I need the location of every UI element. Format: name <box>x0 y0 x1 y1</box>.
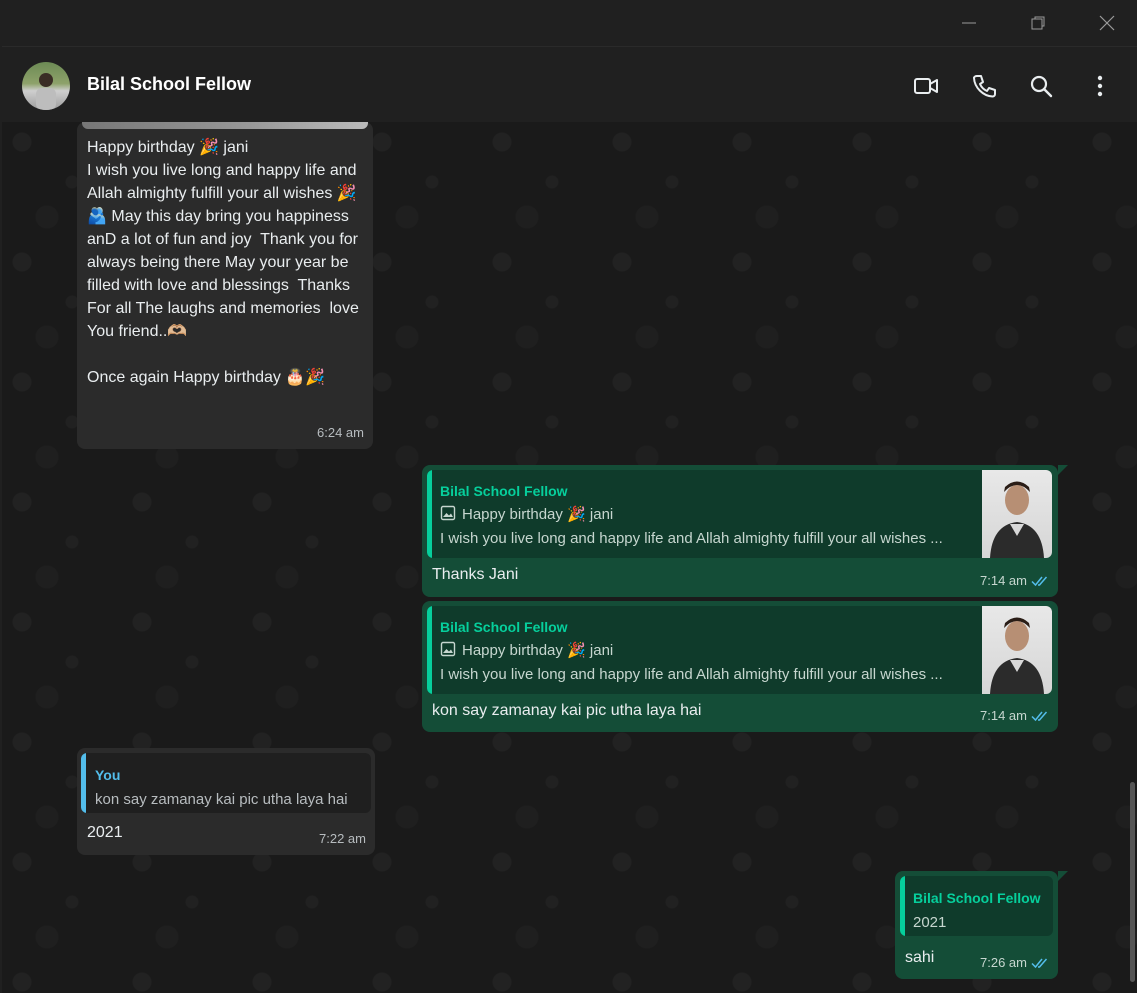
message-time: 7:14 am <box>980 569 1049 592</box>
video-call-icon <box>914 78 938 94</box>
quote-author: Bilal School Fellow <box>440 483 568 499</box>
quote-line-1: Happy birthday 🎉 jani <box>440 503 613 526</box>
message-time-label: 7:22 am <box>319 831 366 846</box>
message-time-label: 7:14 am <box>980 708 1027 723</box>
quoted-message[interactable]: You kon say zamanay kai pic utha laya ha… <box>81 753 371 813</box>
image-icon <box>440 641 456 657</box>
phone-icon <box>973 75 996 98</box>
quote-bar <box>427 606 432 694</box>
message-time-label: 6:24 am <box>317 425 364 440</box>
message-time: 7:26 am <box>980 951 1049 974</box>
message-text: 2021 <box>87 824 123 841</box>
quote-photo-thumbnail <box>982 470 1052 558</box>
scrollbar-thumb[interactable] <box>1130 782 1135 982</box>
double-check-icon <box>1031 711 1048 721</box>
contact-name[interactable]: Bilal School Fellow <box>87 74 251 95</box>
search-button[interactable] <box>1028 73 1054 99</box>
quote-author: Bilal School Fellow <box>440 619 568 635</box>
quote-line-2: I wish you live long and happy life and … <box>440 666 943 683</box>
message-text: Happy birthday 🎉 jani I wish you live lo… <box>87 139 359 386</box>
outgoing-message[interactable]: Bilal School Fellow 2021 sahi 7:26 am <box>895 871 1058 979</box>
more-vertical-icon <box>1097 75 1103 97</box>
restore-icon <box>1031 16 1045 30</box>
contact-avatar[interactable] <box>22 62 70 110</box>
message-text: sahi <box>905 949 935 966</box>
quoted-message[interactable]: Bilal School Fellow Happy birthday 🎉 jan… <box>427 470 1052 558</box>
restore-button[interactable] <box>1018 8 1058 38</box>
bubble-tail <box>1058 465 1068 475</box>
quote-line: 2021 <box>913 914 947 931</box>
incoming-message[interactable]: Happy birthday 🎉 jani I wish you live lo… <box>77 122 373 449</box>
message-image-preview[interactable] <box>82 122 368 129</box>
quote-author: Bilal School Fellow <box>913 890 1041 906</box>
bubble-tail <box>1058 871 1068 881</box>
quote-line-1-text: Happy birthday 🎉 jani <box>462 506 614 523</box>
quote-line-1-text: Happy birthday 🎉 jani <box>462 642 614 659</box>
minimize-button[interactable] <box>949 8 989 38</box>
quote-photo-thumbnail <box>982 606 1052 694</box>
quote-line-2: I wish you live long and happy life and … <box>440 530 943 547</box>
quote-bar <box>427 470 432 558</box>
quote-line-1: Happy birthday 🎉 jani <box>440 639 613 662</box>
message-time-label: 7:14 am <box>980 573 1027 588</box>
image-icon <box>440 505 456 521</box>
double-check-icon <box>1031 958 1048 968</box>
quote-author: You <box>95 767 121 783</box>
close-button[interactable] <box>1087 8 1127 38</box>
menu-button[interactable] <box>1087 73 1113 99</box>
close-icon <box>1099 15 1115 31</box>
voice-call-button[interactable] <box>971 73 997 99</box>
chat-header: Bilal School Fellow <box>2 46 1137 123</box>
quote-line: kon say zamanay kai pic utha laya hai <box>95 791 348 808</box>
message-text: Thanks Jani <box>432 566 519 583</box>
search-icon <box>1030 75 1053 98</box>
message-time: 7:14 am <box>980 704 1049 727</box>
outgoing-message[interactable]: Bilal School Fellow Happy birthday 🎉 jan… <box>422 465 1058 597</box>
quote-bar <box>81 753 86 813</box>
avatar-photo <box>36 73 56 110</box>
window-titlebar <box>0 0 1137 46</box>
double-check-icon <box>1031 576 1048 586</box>
message-time-label: 7:26 am <box>980 955 1027 970</box>
quoted-message[interactable]: Bilal School Fellow Happy birthday 🎉 jan… <box>427 606 1052 694</box>
quoted-message[interactable]: Bilal School Fellow 2021 <box>900 876 1053 936</box>
incoming-message[interactable]: You kon say zamanay kai pic utha laya ha… <box>77 748 375 855</box>
person-photo <box>990 617 1044 694</box>
message-time: 7:22 am <box>319 827 366 850</box>
video-call-button[interactable] <box>913 73 939 99</box>
message-list[interactable]: Happy birthday 🎉 jani I wish you live lo… <box>2 122 1137 993</box>
person-photo <box>990 481 1044 558</box>
outgoing-message[interactable]: Bilal School Fellow Happy birthday 🎉 jan… <box>422 601 1058 732</box>
message-text: kon say zamanay kai pic utha laya hai <box>432 702 702 719</box>
message-time: 6:24 am <box>317 421 364 444</box>
minimize-icon <box>962 22 976 24</box>
quote-bar <box>900 876 905 936</box>
